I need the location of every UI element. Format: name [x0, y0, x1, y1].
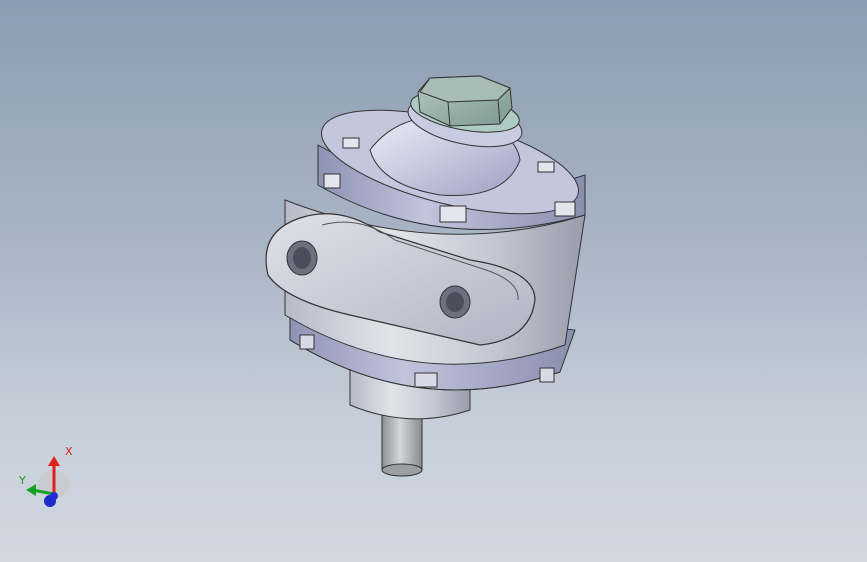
3d-viewport[interactable]: X Y [0, 0, 867, 562]
triad-x-label: X [65, 445, 73, 458]
triad-y-label: Y [19, 474, 26, 487]
part-model[interactable] [0, 0, 867, 562]
